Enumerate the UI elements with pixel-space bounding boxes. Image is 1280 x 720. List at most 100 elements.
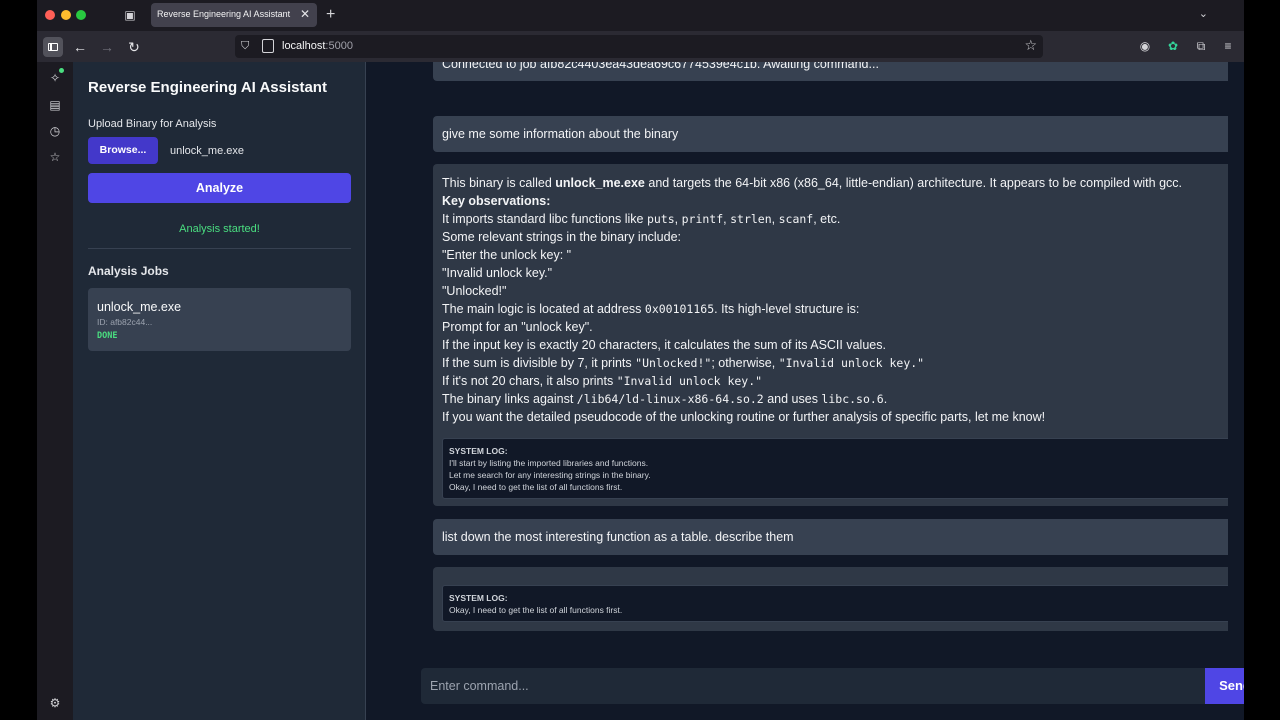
status-message: Analysis started!: [179, 223, 260, 235]
chat-log[interactable]: Connected to job afb82c4403ea43dea69c677…: [385, 62, 1228, 658]
connected-text: Connected to job afb82c4403ea43dea69c677…: [442, 62, 879, 71]
answer-line: The main logic is located at address 0x0…: [442, 300, 1182, 318]
answer-text: If the sum is divisible by 7, it prints: [442, 356, 636, 370]
answer-text: If it's not 20 chars, it also prints: [442, 374, 617, 388]
answer-line: If the sum is divisible by 7, it prints …: [442, 354, 1182, 372]
tab-title: Reverse Engineering AI Assistant: [157, 9, 291, 19]
send-button[interactable]: Send: [1205, 668, 1244, 704]
code-span: strlen: [730, 212, 772, 226]
reload-icon[interactable]: ↻: [124, 37, 144, 57]
answer-line: Prompt for an "unlock key".: [442, 320, 593, 334]
tab-overview-icon[interactable]: ▣: [123, 8, 137, 22]
system-log: SYSTEM LOG: I'll start by listing the im…: [442, 438, 1228, 499]
answer-line: Key observations:: [442, 192, 1182, 210]
control-panel: Reverse Engineering AI Assistant Upload …: [73, 62, 366, 720]
answer-text: The binary links against: [442, 392, 577, 406]
close-tab-icon[interactable]: ✕: [300, 7, 310, 21]
browser-sidebar: ✧ ▤ ◷ ☆ ⚙: [37, 62, 73, 720]
code-span: "Invalid unlock key.": [616, 374, 763, 388]
system-log-line: Let me search for any interesting string…: [449, 470, 651, 480]
system-message: Connected to job afb82c4403ea43dea69c677…: [433, 62, 1228, 81]
chevron-down-icon[interactable]: ⌄: [1199, 7, 1208, 20]
answer-text: and uses: [763, 392, 822, 406]
gear-icon[interactable]: ⚙: [47, 695, 63, 711]
assistant-message: This binary is called unlock_me.exe and …: [433, 164, 1228, 506]
answer-text: , etc.: [813, 212, 841, 226]
answer-line: This binary is called unlock_me.exe and …: [442, 174, 1182, 192]
assistant-message-pending: SYSTEM LOG: Okay, I need to get the list…: [433, 567, 1228, 631]
answer-line: It imports standard libc functions like …: [442, 212, 841, 226]
maximize-window-button[interactable]: [76, 10, 86, 20]
user-message-text: list down the most interesting function …: [442, 530, 794, 544]
url-bar[interactable]: ⛉ localhost:5000 ☆: [235, 35, 1043, 58]
sidebar-toggle-icon[interactable]: [43, 37, 63, 57]
minimize-window-button[interactable]: [61, 10, 71, 20]
url-text[interactable]: localhost:5000: [282, 40, 353, 52]
notification-dot: [59, 68, 64, 73]
navigation-bar: ← → ↻ ⛉ localhost:5000 ☆ ◉ ✿ ⧉ ≡: [37, 31, 1244, 62]
user-message: list down the most interesting function …: [433, 519, 1228, 555]
code-span: puts: [646, 212, 675, 226]
answer-text: .: [883, 392, 888, 406]
answer-text: and targets the 64-bit x86 (x86_64, litt…: [644, 176, 1182, 190]
user-message-text: give me some information about the binar…: [442, 127, 679, 141]
divider: [88, 248, 351, 249]
system-log-line: Okay, I need to get the list of all func…: [449, 605, 623, 615]
tab-strip: ▣ Reverse Engineering AI Assistant ✕ + ⌄: [37, 0, 1244, 31]
code-span: /lib64/ld-linux-x86-64.so.2: [576, 392, 764, 406]
job-id: ID: afb82c44...: [97, 317, 153, 327]
answer-line: If it's not 20 chars, it also prints "In…: [442, 372, 1182, 390]
url-port: :5000: [325, 40, 353, 52]
answer-line: The binary links against /lib64/ld-linux…: [442, 390, 1182, 408]
answer-line: "Enter the unlock key: ": [442, 248, 572, 262]
close-window-button[interactable]: [45, 10, 55, 20]
system-log-title: SYSTEM LOG:: [449, 593, 508, 603]
answer-heading: Key observations:: [442, 194, 551, 208]
answer-text: It imports standard libc functions like: [442, 212, 647, 226]
back-arrow-icon[interactable]: ←: [70, 37, 90, 57]
selected-file-name: unlock_me.exe: [170, 145, 244, 157]
answer-text: . Its high-level structure is:: [714, 302, 860, 316]
history-icon[interactable]: ◷: [47, 123, 63, 139]
answer-text: This binary is called: [442, 176, 556, 190]
analyze-button[interactable]: Analyze: [88, 173, 351, 203]
answer-line: Some relevant strings in the binary incl…: [442, 230, 682, 244]
menu-icon[interactable]: ≡: [1220, 38, 1236, 54]
code-span: 0x00101165: [644, 302, 715, 316]
answer-text: The main logic is located at address: [442, 302, 645, 316]
answer-line: "Unlocked!": [442, 284, 507, 298]
page-info-icon[interactable]: [262, 39, 274, 53]
job-card[interactable]: unlock_me.exe ID: afb82c44... DONE: [88, 288, 351, 351]
answer-line: "Invalid unlock key.": [442, 266, 553, 280]
code-span: "Invalid unlock key.": [778, 356, 925, 370]
extensions-puzzle-icon[interactable]: ⧉: [1193, 38, 1209, 54]
answer-bold-text: unlock_me.exe: [555, 176, 645, 190]
browser-window: ▣ Reverse Engineering AI Assistant ✕ + ⌄…: [37, 0, 1244, 720]
code-span: libc.so.6: [821, 392, 884, 406]
extension-icon[interactable]: ✿: [1165, 38, 1181, 54]
account-icon[interactable]: ◉: [1137, 38, 1153, 54]
command-input[interactable]: [421, 668, 1207, 704]
answer-text: ; otherwise,: [711, 356, 779, 370]
assistant-message-body: This binary is called unlock_me.exe and …: [442, 174, 1182, 426]
browser-tab[interactable]: Reverse Engineering AI Assistant ✕: [151, 3, 317, 27]
code-span: "Unlocked!": [635, 356, 712, 370]
system-log: SYSTEM LOG: Okay, I need to get the list…: [442, 585, 1228, 622]
forward-arrow-icon[interactable]: →: [97, 37, 117, 57]
system-log-title: SYSTEM LOG:: [449, 446, 508, 456]
jobs-heading: Analysis Jobs: [88, 264, 169, 278]
app-title: Reverse Engineering AI Assistant: [88, 79, 327, 96]
user-message: give me some information about the binar…: [433, 116, 1228, 152]
job-status-badge: DONE: [97, 331, 118, 341]
bookmark-star-icon[interactable]: ☆: [1024, 37, 1037, 54]
upload-label: Upload Binary for Analysis: [88, 118, 217, 130]
browse-button[interactable]: Browse...: [88, 137, 158, 164]
new-tab-icon[interactable]: +: [326, 6, 335, 24]
bookmarks-icon[interactable]: ☆: [47, 149, 63, 165]
system-log-line: Okay, I need to get the list of all func…: [449, 482, 623, 492]
shield-icon[interactable]: ⛉: [241, 39, 255, 53]
code-span: printf: [681, 212, 724, 226]
synced-tabs-icon[interactable]: ▤: [47, 97, 63, 113]
job-name: unlock_me.exe: [97, 300, 182, 314]
answer-line: If you want the detailed pseudocode of t…: [442, 410, 1046, 424]
